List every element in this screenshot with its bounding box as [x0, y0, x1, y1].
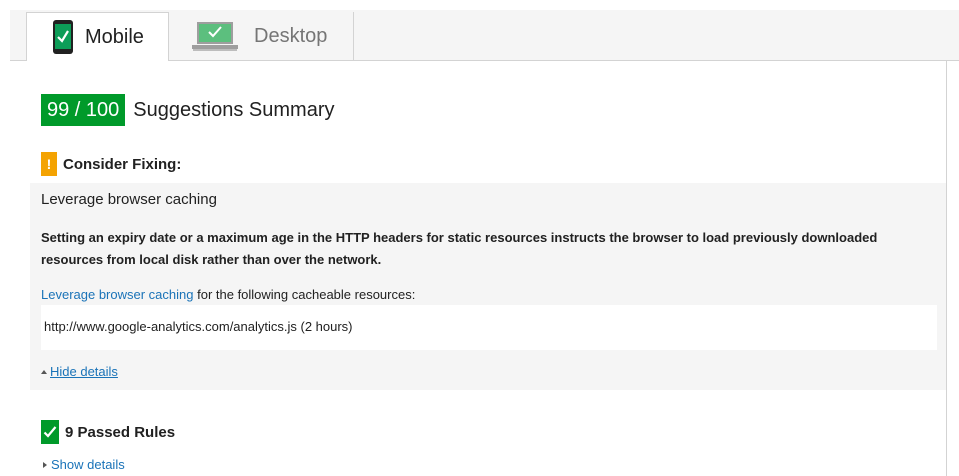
score-badge: 99 / 100 [41, 94, 126, 126]
rule-resources-intro: Leverage browser caching for the followi… [41, 287, 415, 302]
device-tab-bar: Mobile Desktop [10, 10, 959, 62]
page-title: Suggestions Summary [133, 98, 335, 121]
summary-header: 99 / 100 Suggestions Summary [41, 94, 335, 126]
show-details-link[interactable]: Show details [43, 457, 125, 472]
rule-leverage-browser-caching: Leverage browser caching Setting an expi… [30, 183, 946, 390]
hide-details-label: Hide details [50, 364, 118, 379]
mobile-phone-icon [53, 20, 73, 54]
triangle-up-icon [41, 369, 47, 374]
rule-title: Leverage browser caching [41, 191, 217, 208]
hide-details-link[interactable]: Hide details [41, 364, 118, 379]
consider-fixing-header: ! Consider Fixing: [41, 152, 181, 176]
tab-mobile[interactable]: Mobile [26, 12, 169, 62]
consider-fixing-heading: Consider Fixing: [63, 155, 182, 173]
desktop-monitor-icon [192, 21, 238, 53]
tab-desktop[interactable]: Desktop [170, 12, 354, 61]
triangle-right-icon [43, 461, 47, 468]
tab-mobile-label: Mobile [85, 25, 144, 48]
passed-rules-heading: 9 Passed Rules [65, 423, 176, 441]
rule-description: Setting an expiry date or a maximum age … [41, 230, 878, 267]
checkmark-icon [41, 420, 59, 444]
results-panel: 99 / 100 Suggestions Summary ! Consider … [10, 61, 947, 476]
resource-list: http://www.google-analytics.com/analytic… [41, 305, 937, 350]
passed-rules-header: 9 Passed Rules [41, 420, 175, 444]
rule-learn-more-link[interactable]: Leverage browser caching [41, 287, 193, 302]
rule-resources-suffix: for the following cacheable resources: [193, 287, 416, 302]
list-item: http://www.google-analytics.com/analytic… [44, 319, 353, 334]
tab-desktop-label: Desktop [254, 25, 328, 47]
warning-icon: ! [41, 152, 57, 176]
show-details-label: Show details [51, 457, 125, 472]
